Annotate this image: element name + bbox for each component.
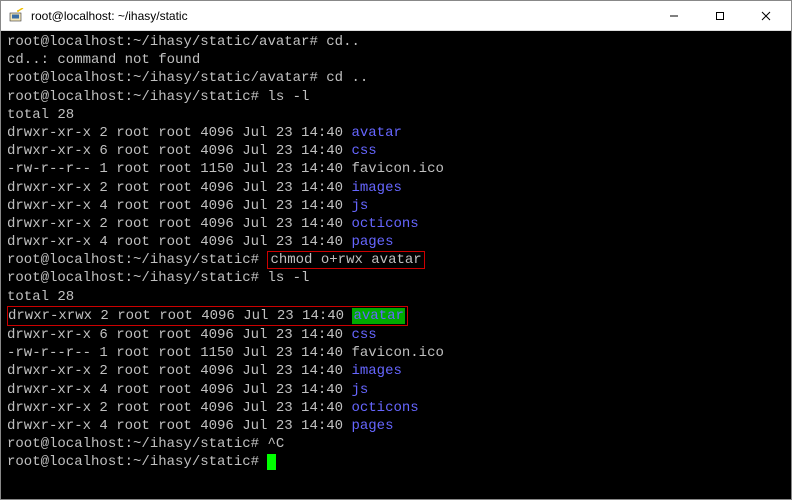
listing-row: -rw-r--r-- 1 root root 1150 Jul 23 14:40… (7, 160, 768, 178)
shell-prompt: root@localhost:~/ihasy/static# (7, 270, 259, 286)
shell-prompt: root@localhost:~/ihasy/static# (7, 252, 259, 268)
dir-name: pages (351, 234, 393, 250)
prompt-line: root@localhost:~/ihasy/static# ^C (7, 435, 768, 453)
shell-prompt: root@localhost:~/ihasy/static/avatar# (7, 34, 318, 50)
cmd-chmod: chmod o+rwx avatar (270, 252, 421, 268)
maximize-button[interactable] (697, 1, 743, 30)
error-line: cd..: command not found (7, 51, 768, 69)
window-controls (651, 1, 789, 30)
prompt-line: root@localhost:~/ihasy/static# (7, 453, 768, 471)
listing-row: drwxr-xr-x 2 root root 4096 Jul 23 14:40… (7, 399, 768, 417)
dir-name-highlight: avatar (352, 308, 404, 324)
listing-row: drwxr-xrwx 2 root root 4096 Jul 23 14:40… (7, 306, 768, 326)
shell-prompt: root@localhost:~/ihasy/static# (7, 454, 259, 470)
dir-name: css (351, 143, 376, 159)
cmd-cd-up: cd .. (326, 70, 368, 86)
listing-row: drwxr-xr-x 6 root root 4096 Jul 23 14:40… (7, 326, 768, 344)
dir-name: images (351, 180, 401, 196)
putty-icon (9, 8, 25, 24)
putty-window: root@localhost: ~/ihasy/static root@loca… (0, 0, 792, 500)
dir-name: pages (351, 418, 393, 434)
prompt-line: root@localhost:~/ihasy/static# ls -l (7, 88, 768, 106)
cmd-cd-nospace: cd.. (326, 34, 360, 50)
close-button[interactable] (743, 1, 789, 30)
cursor (267, 454, 276, 470)
listing-row: drwxr-xr-x 4 root root 4096 Jul 23 14:40… (7, 197, 768, 215)
listing-row: drwxr-xr-x 6 root root 4096 Jul 23 14:40… (7, 142, 768, 160)
prompt-line: root@localhost:~/ihasy/static# ls -l (7, 269, 768, 287)
scrollbar-track[interactable] (774, 31, 791, 499)
listing-row: drwxr-xr-x 2 root root 4096 Jul 23 14:40… (7, 124, 768, 142)
file-name: favicon.ico (351, 161, 443, 177)
dir-name: octicons (351, 216, 418, 232)
cmd-ls-l: ls -l (267, 270, 309, 286)
shell-prompt: root@localhost:~/ihasy/static/avatar# (7, 70, 318, 86)
listing-row: drwxr-xr-x 2 root root 4096 Jul 23 14:40… (7, 215, 768, 233)
minimize-button[interactable] (651, 1, 697, 30)
listing-row: drwxr-xr-x 4 root root 4096 Jul 23 14:40… (7, 417, 768, 435)
dir-name: css (351, 327, 376, 343)
total-line: total 28 (7, 106, 768, 124)
listing-row: drwxr-xr-x 2 root root 4096 Jul 23 14:40… (7, 179, 768, 197)
total-line: total 28 (7, 288, 768, 306)
listing-row: drwxr-xr-x 2 root root 4096 Jul 23 14:40… (7, 362, 768, 380)
dir-name: octicons (351, 400, 418, 416)
listing-row: drwxr-xr-x 4 root root 4096 Jul 23 14:40… (7, 381, 768, 399)
prompt-line: root@localhost:~/ihasy/static/avatar# cd… (7, 69, 768, 87)
shell-prompt: root@localhost:~/ihasy/static# (7, 89, 259, 105)
listing-row: drwxr-xr-x 4 root root 4096 Jul 23 14:40… (7, 233, 768, 251)
prompt-line: root@localhost:~/ihasy/static/avatar# cd… (7, 33, 768, 51)
titlebar[interactable]: root@localhost: ~/ihasy/static (1, 1, 791, 31)
dir-name: avatar (351, 125, 401, 141)
terminal[interactable]: root@localhost:~/ihasy/static/avatar# cd… (1, 31, 774, 499)
window-title: root@localhost: ~/ihasy/static (31, 9, 651, 23)
dir-name: images (351, 363, 401, 379)
file-name: favicon.ico (351, 345, 443, 361)
listing-row: -rw-r--r-- 1 root root 1150 Jul 23 14:40… (7, 344, 768, 362)
cmd-ctrlc: ^C (267, 436, 284, 452)
shell-prompt: root@localhost:~/ihasy/static# (7, 436, 259, 452)
dir-name: js (351, 198, 368, 214)
dir-name: js (351, 382, 368, 398)
cmd-ls-l: ls -l (267, 89, 309, 105)
prompt-line: root@localhost:~/ihasy/static# chmod o+r… (7, 251, 768, 269)
